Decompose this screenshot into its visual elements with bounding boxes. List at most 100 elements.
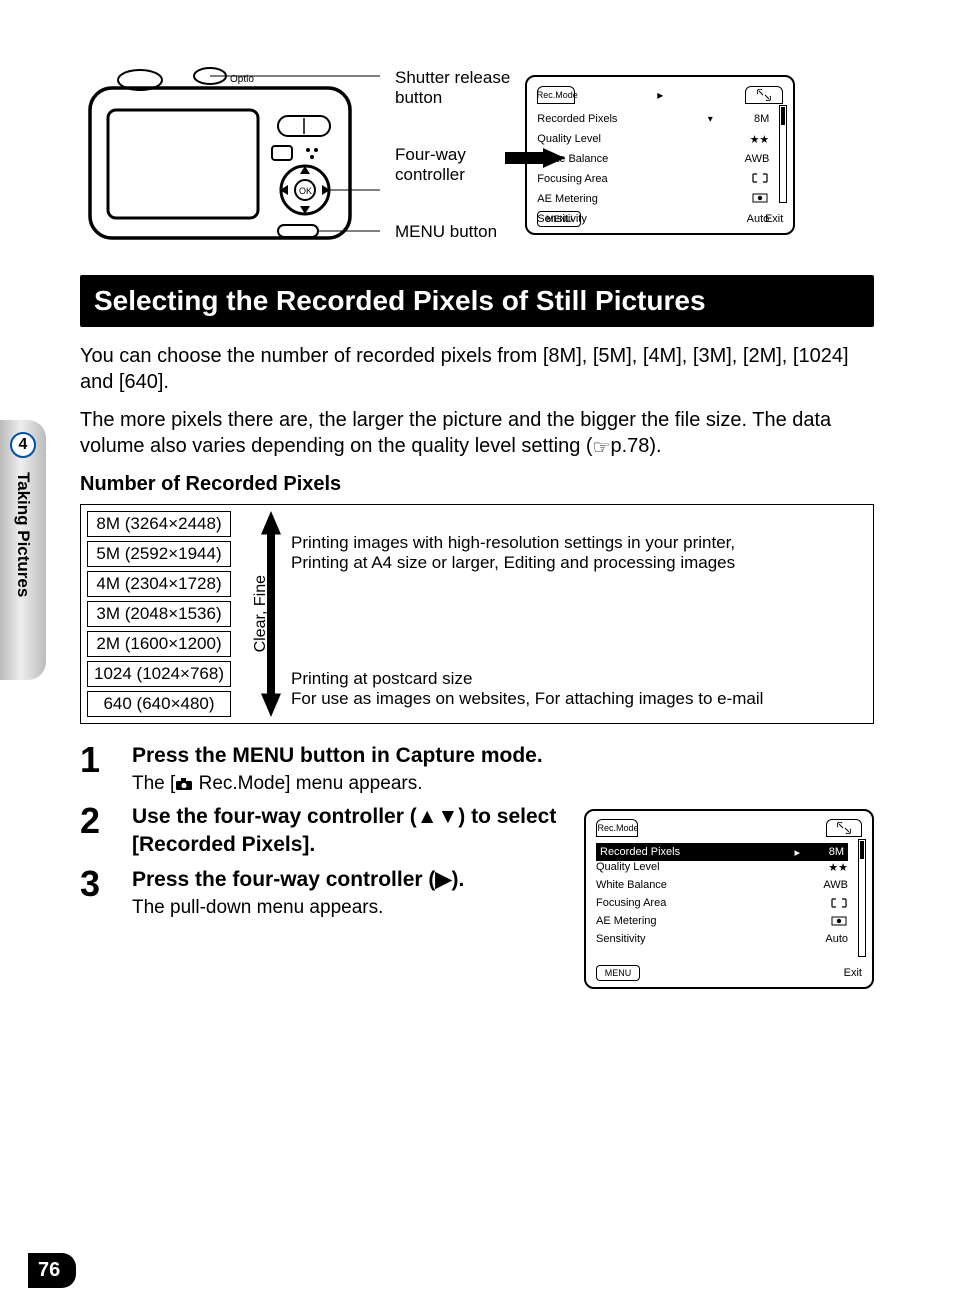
lcd-tab-rec-mode-label: Rec.Mode — [537, 90, 578, 100]
usage-bottom-line1: Printing at postcard size — [291, 669, 867, 689]
quality-axis: Clear, Fine — [241, 511, 281, 717]
callout-fourway-line2: controller — [395, 165, 510, 185]
lcd-label-quality: Quality Level — [537, 133, 715, 145]
lcd2-label-recpx: Recorded Pixels — [600, 846, 790, 858]
usage-top-line1: Printing images with high-resolution set… — [291, 533, 867, 553]
pointer-icon: ☞ — [593, 435, 611, 461]
chapter-title: Taking Pictures — [13, 472, 33, 597]
lcd-row-quality-level: Quality Level ★★ — [537, 129, 769, 149]
lcd2-row-quality: Quality Level ★★ — [596, 861, 848, 879]
lcd-label-wb: White Balance — [537, 153, 715, 165]
lcd2-value-quality: ★★ — [798, 861, 848, 879]
wrench-icon — [837, 822, 851, 834]
pixel-size-2m: 2M (1600×1200) — [87, 631, 231, 657]
focus-area-icon — [798, 897, 848, 915]
pixel-size-1024: 1024 (1024×768) — [87, 661, 231, 687]
pixel-size-3m: 3M (2048×1536) — [87, 601, 231, 627]
lcd2-value-recpx: 8M — [804, 846, 844, 858]
step-1-number: 1 — [80, 742, 114, 778]
chapter-side-tab: 4 Taking Pictures — [0, 420, 46, 680]
focus-area-icon — [719, 172, 769, 187]
lcd2-label-quality: Quality Level — [596, 861, 794, 879]
step-1-sub-a: The [ — [132, 773, 175, 794]
step-1-subtext: The [ Rec.Mode] menu appears. — [132, 773, 874, 795]
lcd-scrollbar — [779, 105, 787, 203]
lcd-value-quality: ★★ — [719, 133, 769, 146]
section-heading: Selecting the Recorded Pixels of Still P… — [80, 275, 874, 327]
metering-icon — [798, 915, 848, 933]
usage-top-line2: Printing at A4 size or larger, Editing a… — [291, 553, 867, 573]
pixel-size-8m: 8M (3264×2448) — [87, 511, 231, 537]
pixel-size-640: 640 (640×480) — [87, 691, 231, 717]
callout-labels: Shutter release button Four-way controll… — [395, 60, 510, 250]
lcd-value-wb: AWB — [719, 153, 769, 165]
step-1: 1 Press the MENU button in Capture mode.… — [80, 742, 874, 795]
lcd2-tab-settings — [826, 819, 862, 837]
usage-description-column: Printing images with high-resolution set… — [291, 511, 867, 717]
lcd2-value-sens: Auto — [798, 933, 848, 951]
lcd-label-focus: Focusing Area — [537, 173, 715, 185]
lcd2-row-wb: White Balance AWB — [596, 879, 848, 897]
pixel-size-5m: 5M (2592×1944) — [87, 541, 231, 567]
intro-p2-a: The more pixels there are, the larger th… — [80, 409, 831, 457]
intro-paragraph-1: You can choose the number of recorded pi… — [80, 343, 874, 395]
lcd-row-ae-metering: AE Metering — [537, 189, 769, 209]
caret-down-icon: ▾ — [705, 114, 715, 125]
lcd-label-ae: AE Metering — [537, 193, 715, 205]
lcd2-tab-rec-mode-label: Rec.Mode — [597, 823, 638, 833]
lcd2-value-wb: AWB — [798, 879, 848, 897]
quality-axis-label: Clear, Fine — [252, 575, 270, 652]
lcd2-menu-hint: MENU — [596, 965, 640, 981]
lcd-tab-settings — [745, 86, 783, 104]
wrench-icon — [757, 89, 771, 101]
lcd2-row-sens: Sensitivity Auto — [596, 933, 848, 951]
intro-p2-b: p.78). — [610, 435, 661, 457]
metering-icon — [719, 192, 769, 207]
intro-paragraph-2: The more pixels there are, the larger th… — [80, 407, 874, 461]
step-1-title: Press the MENU button in Capture mode. — [132, 742, 874, 769]
lcd2-exit-hint: Exit — [844, 967, 862, 979]
page-number: 76 — [28, 1253, 76, 1288]
chapter-number-badge: 4 — [10, 432, 36, 458]
lcd-label-recorded-pixels: Recorded Pixels — [537, 113, 701, 125]
tab-arrow-icon: ▸ — [657, 88, 663, 102]
step-1-sub-b: Rec.Mode] menu appears. — [193, 773, 422, 794]
caret-right-icon: ▸ — [794, 846, 800, 859]
callout-fourway-line1: Four-way — [395, 145, 510, 165]
lcd2-scrollbar — [858, 839, 866, 957]
lcd-exit-hint: Exit — [765, 213, 783, 225]
step-2: 2 Use the four-way controller (▲▼) to se… — [80, 803, 566, 858]
lcd2-label-focus: Focusing Area — [596, 897, 794, 915]
lcd2-row-focus: Focusing Area — [596, 897, 848, 915]
lcd-menu-button-hint: MENU — [537, 211, 581, 227]
callout-shutter-line1: Shutter release — [395, 68, 510, 88]
usage-bottom-line2: For use as images on websites, For attac… — [291, 689, 867, 709]
lcd-row-focusing-area: Focusing Area — [537, 169, 769, 189]
step-2-title: Use the four-way controller (▲▼) to sele… — [132, 803, 566, 858]
lcd2-row-ae: AE Metering — [596, 915, 848, 933]
lcd2-label-wb: White Balance — [596, 879, 794, 897]
pixel-size-4m: 4M (2304×1728) — [87, 571, 231, 597]
callout-menu: MENU button — [395, 222, 510, 242]
step-3-subtext: The pull-down menu appears. — [132, 897, 566, 919]
step-2-number: 2 — [80, 803, 114, 839]
step-3-number: 3 — [80, 866, 114, 902]
table-heading: Number of Recorded Pixels — [80, 473, 874, 496]
lcd2-label-sens: Sensitivity — [596, 933, 794, 951]
camera-illustration: Optio OK — [80, 60, 380, 250]
lcd-row-recorded-pixels: Recorded Pixels ▾ 8M — [537, 109, 769, 129]
lcd-rec-mode-menu-top: Rec.Mode ▸ Recorded Pixels ▾ 8M Quality … — [525, 75, 795, 235]
camera-icon — [175, 777, 193, 791]
lcd-row-white-balance: White Balance AWB — [537, 149, 769, 169]
lcd-value-recorded-pixels: 8M — [719, 113, 769, 125]
step-3: 3 Press the four-way controller (▶). The… — [80, 866, 566, 919]
lcd-rec-mode-menu-bottom: Rec.Mode Recorded Pixels ▸ 8M Quality Le… — [584, 809, 874, 989]
lcd2-tab-rec-mode: Rec.Mode — [596, 819, 638, 837]
lcd2-label-ae: AE Metering — [596, 915, 794, 933]
lcd-tab-rec-mode: Rec.Mode — [537, 86, 575, 104]
callout-shutter-line2: button — [395, 88, 510, 108]
camera-diagram-row: Optio OK Shutter release button Four-way… — [80, 60, 874, 250]
pixel-size-column: 8M (3264×2448) 5M (2592×1944) 4M (2304×1… — [87, 511, 231, 717]
svg-text:OK: OK — [299, 186, 312, 196]
step-3-title: Press the four-way controller (▶). — [132, 866, 566, 893]
